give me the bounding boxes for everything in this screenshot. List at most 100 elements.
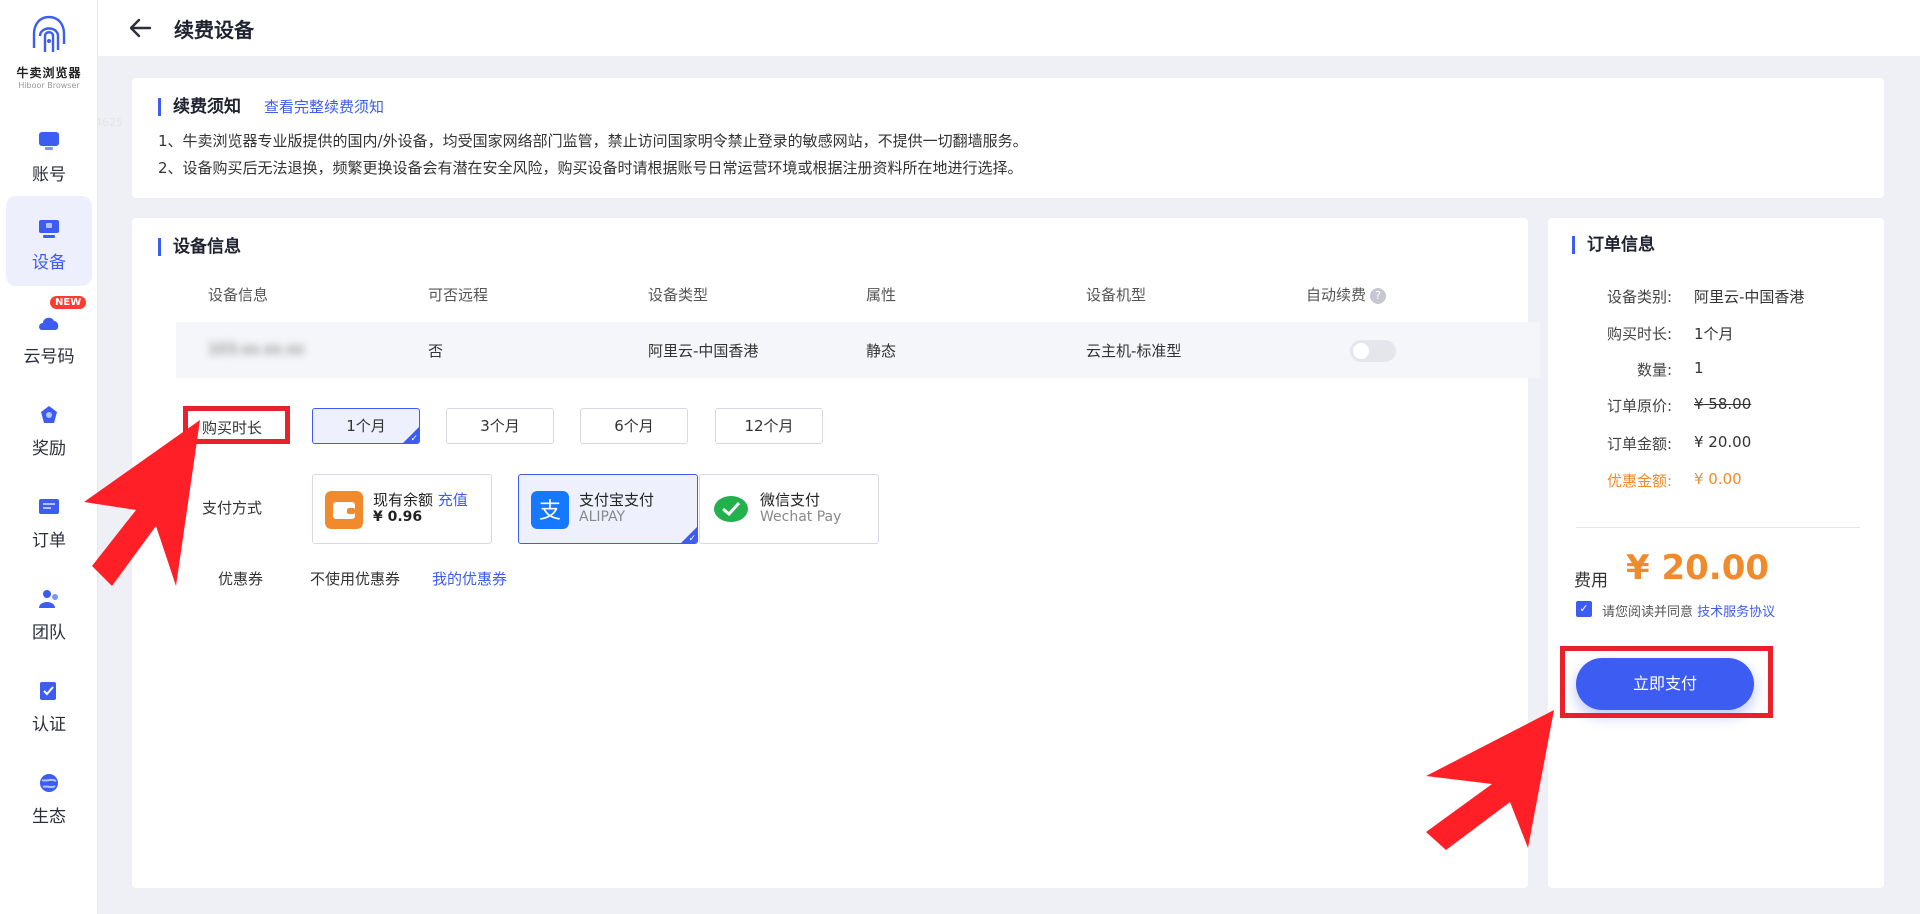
auto-renew-header-label: 自动续费 — [1306, 286, 1367, 304]
my-coupons-link[interactable]: 我的优惠券 — [432, 568, 507, 589]
type-cell: 阿里云-中国香港 — [648, 342, 759, 360]
col-header-info: 设备信息 — [208, 286, 269, 304]
device-info-cell: 103.xx.xx.xx — [208, 340, 305, 358]
col-header-type: 设备类型 — [648, 286, 709, 304]
balance-line: 现有余额 充值 — [373, 489, 468, 510]
duration-option-12-months[interactable]: 12个月 — [715, 408, 823, 444]
divider — [1576, 527, 1860, 528]
sidebar-item-label: 团队 — [32, 623, 66, 643]
payment-option-alipay[interactable]: 支 支付宝支付 ALIPAY ✓ — [518, 474, 698, 544]
sidebar-item-label: 账号 — [32, 165, 66, 185]
check-icon: ✓ — [688, 534, 696, 544]
sidebar-item-account[interactable]: 账号 — [6, 108, 92, 198]
check-icon: ✓ — [410, 434, 418, 444]
table-row: 103.xx.xx.xx 否 阿里云-中国香港 静态 云主机-标准型 — [176, 322, 1540, 378]
sidebar-item-device[interactable]: 设备 — [6, 196, 92, 286]
order-value: ¥ 0.00 — [1694, 470, 1742, 488]
account-icon — [39, 132, 59, 150]
sidebar-item-ecosystem[interactable]: 生态 — [6, 750, 92, 840]
col-header-remote: 可否远程 — [428, 286, 489, 304]
fingerprint-logo-icon — [32, 15, 66, 52]
wechat-pay-icon — [714, 496, 748, 522]
alipay-subtitle: ALIPAY — [579, 509, 626, 525]
recharge-link[interactable]: 充值 — [438, 491, 468, 509]
order-key: 订单原价: — [1606, 397, 1672, 415]
full-notice-link[interactable]: 查看完整续费须知 — [264, 96, 384, 117]
top-bar: 续费设备 — [98, 0, 1920, 56]
wechat-subtitle: Wechat Pay — [760, 509, 842, 525]
table-header: 设备信息 可否远程 设备类型 属性 设备机型 自动续费? — [176, 284, 1540, 314]
order-value: 1个月 — [1694, 325, 1734, 343]
duration-option-label: 1个月 — [346, 417, 386, 435]
device-section-title: 设备信息 — [158, 238, 241, 256]
brand-logo[interactable]: 牛卖浏览器 Hiboor Browser — [0, 14, 98, 90]
alipay-icon: 支 — [531, 491, 569, 529]
payment-label: 支付方式 — [202, 499, 263, 517]
duration-option-label: 3个月 — [480, 417, 520, 435]
order-key: 购买时长: — [1606, 325, 1672, 343]
red-arrow-icon — [1426, 710, 1554, 850]
agree-checkbox[interactable]: ✓ — [1576, 601, 1592, 617]
brand-name-en: Hiboor Browser — [18, 81, 80, 90]
duration-option-3-months[interactable]: 3个月 — [446, 408, 554, 444]
page-title: 续费设备 — [174, 18, 254, 42]
svg-text:支: 支 — [539, 499, 561, 524]
agree-text: 请您阅读并同意 技术服务协议 — [1602, 601, 1775, 620]
order-key: 设备类别: — [1606, 288, 1672, 306]
payment-option-wechat[interactable]: 微信支付 Wechat Pay — [699, 474, 879, 544]
balance-title: 现有余额 — [373, 491, 434, 509]
red-arrow-icon — [84, 420, 200, 586]
fee-label: 费用 — [1574, 571, 1608, 591]
order-value: 1 — [1694, 359, 1704, 377]
help-icon[interactable]: ? — [1370, 288, 1387, 304]
sidebar-item-label: 生态 — [32, 807, 66, 827]
new-badge: NEW — [50, 296, 87, 309]
agree-prefix: 请您阅读并同意 — [1602, 605, 1694, 620]
duration-option-label: 12个月 — [744, 417, 794, 435]
col-header-attr: 属性 — [866, 286, 897, 304]
reward-icon — [41, 406, 57, 423]
sidebar-item-cloud-number[interactable]: NEW 云号码 — [6, 290, 92, 380]
balance-amount: ¥ 0.96 — [373, 509, 423, 525]
duration-option-6-months[interactable]: 6个月 — [580, 408, 688, 444]
order-icon — [39, 499, 59, 514]
order-value: ¥ 58.00 — [1694, 395, 1752, 413]
device-card: 设备信息 设备信息 可否远程 设备类型 属性 设备机型 自动续费? 103.xx… — [132, 218, 1540, 888]
cloud-number-icon — [39, 317, 59, 330]
duration-option-label: 6个月 — [614, 417, 654, 435]
coupon-label: 优惠券 — [218, 570, 264, 588]
attr-cell: 静态 — [866, 342, 897, 360]
model-cell: 云主机-标准型 — [1086, 342, 1182, 360]
order-value: ¥ 20.00 — [1694, 433, 1752, 451]
auto-renew-toggle[interactable] — [1350, 340, 1396, 362]
col-header-auto-renew: 自动续费? — [1306, 284, 1387, 305]
order-key: 数量: — [1636, 361, 1672, 379]
wechat-title: 微信支付 — [760, 491, 821, 509]
back-arrow-icon[interactable] — [128, 16, 154, 40]
col-header-model: 设备机型 — [1086, 286, 1147, 304]
duration-option-1-month[interactable]: 1个月 ✓ — [312, 408, 420, 444]
notice-line-1: 1、牛卖浏览器专业版提供的国内/外设备，均受国家网络部门监管，禁止访问国家明令禁… — [158, 132, 1028, 150]
service-agreement-link[interactable]: 技术服务协议 — [1697, 605, 1775, 620]
notice-line-2: 2、设备购买后无法退换，频繁更换设备会有潜在安全风险，购买设备时请根据账号日常运… — [158, 159, 1023, 177]
remote-cell: 否 — [428, 342, 444, 360]
sidebar-item-label: 设备 — [32, 253, 66, 273]
ecosystem-icon — [40, 774, 58, 792]
verify-icon — [40, 682, 56, 700]
device-icon — [39, 220, 59, 238]
order-section-title: 订单信息 — [1572, 236, 1655, 254]
order-key: 订单金额: — [1606, 435, 1672, 453]
coupon-value[interactable]: 不使用优惠券 — [310, 568, 400, 589]
sidebar-item-verify[interactable]: 认证 — [6, 658, 92, 748]
fee-value: ¥ 20.00 — [1626, 548, 1770, 588]
highlight-box-pay — [1560, 646, 1773, 718]
notice-title: 续费须知 — [158, 98, 241, 116]
alipay-title: 支付宝支付 — [579, 491, 655, 509]
payment-option-balance[interactable]: 现有余额 充值 ¥ 0.96 — [312, 474, 492, 544]
notice-card: 续费须知 查看完整续费须知 1、牛卖浏览器专业版提供的国内/外设备，均受国家网络… — [132, 78, 1884, 198]
brand-name-cn: 牛卖浏览器 — [16, 66, 82, 80]
wallet-icon — [325, 491, 363, 529]
sidebar-item-label: 认证 — [32, 715, 66, 735]
order-value: 阿里云-中国香港 — [1694, 288, 1805, 306]
sidebar-item-label: 云号码 — [23, 347, 75, 367]
